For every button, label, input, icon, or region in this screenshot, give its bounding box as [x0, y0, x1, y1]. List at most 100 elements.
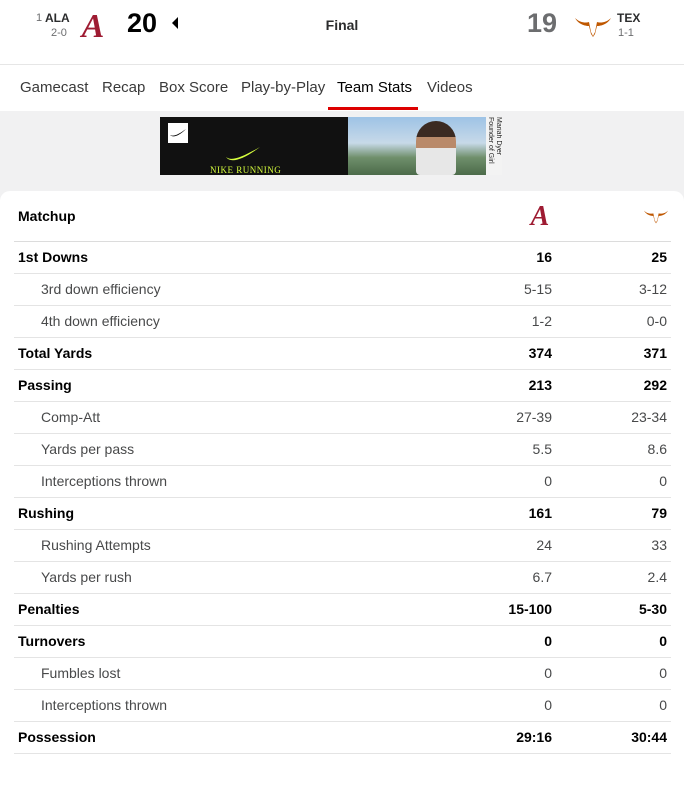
stat-value-texas: 30:44	[631, 729, 667, 745]
stat-row: Passing 213 292	[14, 370, 671, 402]
home-team-record: 1-1	[618, 27, 634, 39]
stat-label: 1st Downs	[18, 249, 89, 265]
stat-value-alabama: 15-100	[508, 601, 552, 617]
stat-value-texas: 25	[651, 249, 667, 265]
stat-value-alabama: 24	[536, 537, 552, 553]
stat-row: 1st Downs 16 25	[14, 242, 671, 274]
stat-value-texas: 2.4	[647, 569, 667, 585]
home-team-abbr[interactable]: TEX	[617, 11, 640, 25]
stat-label: Interceptions thrown	[41, 473, 168, 489]
stat-value-texas: 0	[659, 633, 667, 649]
game-header: 1 ALA 2-0 A 20 Final 19 TEX 1-1	[0, 0, 684, 64]
stat-value-alabama: 0	[544, 633, 552, 649]
away-score: 20	[127, 8, 158, 38]
stat-label: 3rd down efficiency	[41, 281, 161, 297]
svg-text:A: A	[80, 8, 105, 42]
nike-swoosh-large-icon	[226, 147, 260, 161]
tab-box-score[interactable]: Box Score	[159, 79, 228, 96]
stat-row: Rushing 161 79	[14, 498, 671, 530]
ad-runner-photo	[416, 121, 456, 175]
nike-swoosh-icon	[168, 123, 188, 143]
ad-tagline: NIKE RUNNING	[210, 165, 282, 175]
stat-value-alabama: 27-39	[516, 409, 552, 425]
stat-value-texas: 0	[659, 665, 667, 681]
stat-label: Interceptions thrown	[41, 697, 168, 713]
svg-text:A: A	[529, 202, 550, 230]
stat-value-texas: 33	[651, 537, 667, 553]
home-score: 19	[527, 8, 558, 38]
stat-value-texas: 23-34	[631, 409, 667, 425]
winner-caret-icon	[172, 17, 178, 29]
stat-label: Penalties	[18, 601, 80, 617]
stat-row: Total Yards 374 371	[14, 338, 671, 370]
stat-value-texas: 3-12	[638, 281, 667, 297]
matchup-heading: Matchup	[18, 208, 76, 224]
game-status: Final	[325, 17, 359, 33]
stat-row: Penalties 15-100 5-30	[14, 594, 671, 626]
stat-value-alabama: 0	[544, 665, 552, 681]
ad-photo-panel: Mariah Dyer Founder of Girl Gone	[348, 117, 502, 175]
stat-label: Rushing Attempts	[41, 537, 151, 553]
stat-value-alabama: 374	[528, 345, 552, 361]
stat-row: 3rd down efficiency 5-15 3-12	[14, 274, 671, 306]
stat-row: Yards per pass 5.5 8.6	[14, 434, 671, 466]
stat-label: Turnovers	[18, 633, 86, 649]
tab-gamecast[interactable]: Gamecast	[20, 79, 88, 96]
stat-label: Total Yards	[18, 345, 93, 361]
stat-row: Yards per rush 6.7 2.4	[14, 562, 671, 594]
tab-team-stats[interactable]: Team Stats	[337, 79, 412, 96]
stat-value-alabama: 16	[536, 249, 552, 265]
stat-label: Fumbles lost	[41, 665, 121, 681]
stat-value-alabama: 5-15	[523, 281, 552, 297]
away-team-abbr[interactable]: ALA	[45, 11, 70, 25]
stat-label: Comp-Att	[41, 409, 101, 425]
stat-row: Comp-Att 27-39 23-34	[14, 402, 671, 434]
alabama-column-logo-icon: A	[529, 202, 550, 230]
stat-value-texas: 0	[659, 473, 667, 489]
stat-row: Turnovers 0 0	[14, 626, 671, 658]
stat-label: Rushing	[18, 505, 74, 521]
stat-label: Possession	[18, 729, 96, 745]
stat-value-texas: 8.6	[647, 441, 667, 457]
stat-value-texas: 0-0	[646, 313, 667, 329]
active-tab-indicator	[328, 107, 418, 110]
stat-value-texas: 0	[659, 697, 667, 713]
stat-row: Fumbles lost 0 0	[14, 658, 671, 690]
stat-row: Interceptions thrown 0 0	[14, 690, 671, 722]
stat-value-texas: 292	[643, 377, 667, 393]
stat-label: Passing	[18, 377, 72, 393]
stat-row: Rushing Attempts 24 33	[14, 530, 671, 562]
stat-row: Interceptions thrown 0 0	[14, 466, 671, 498]
away-team-record: 2-0	[51, 27, 67, 39]
stat-value-texas: 79	[651, 505, 667, 521]
stat-label: Yards per pass	[41, 441, 135, 457]
stat-value-alabama: 213	[528, 377, 552, 393]
stat-value-alabama: 29:16	[516, 729, 552, 745]
stat-value-alabama: 5.5	[532, 441, 552, 457]
ad-side-text: Mariah Dyer Founder of Girl Gone	[486, 117, 502, 175]
stat-row: 4th down efficiency 1-2 0-0	[14, 306, 671, 338]
stat-value-alabama: 6.7	[532, 569, 552, 585]
team-stats-table: Matchup A 1st Downs 16 25 3rd down efficien…	[14, 191, 671, 754]
texas-column-logo-icon	[644, 210, 668, 224]
ad-nike-panel: NIKE RUNNING	[160, 117, 348, 175]
stat-value-alabama: 161	[528, 505, 552, 521]
tab-play-by-play[interactable]: Play-by-Play	[241, 79, 325, 96]
stat-value-alabama: 1-2	[531, 313, 552, 329]
stat-label: Yards per rush	[41, 569, 132, 585]
stat-label: 4th down efficiency	[41, 313, 160, 329]
away-rank: 1	[36, 12, 43, 24]
team-stats-card: Matchup A 1st Downs 16 25 3rd down efficien…	[0, 191, 684, 791]
stat-value-alabama: 0	[544, 697, 552, 713]
tab-recap[interactable]: Recap	[102, 79, 145, 96]
stat-value-texas: 371	[643, 345, 667, 361]
advertisement-banner[interactable]: NIKE RUNNING Mariah Dyer Founder of Girl…	[160, 117, 502, 175]
alabama-logo-icon[interactable]: A	[76, 8, 110, 42]
stat-row: Possession 29:16 30:44	[14, 722, 671, 754]
stat-value-alabama: 0	[544, 473, 552, 489]
game-tabs: Gamecast Recap Box Score Play-by-Play Te…	[0, 64, 684, 111]
table-header-row: Matchup A	[14, 191, 671, 242]
stat-value-texas: 5-30	[638, 601, 667, 617]
tab-videos[interactable]: Videos	[427, 79, 473, 96]
longhorn-logo-icon[interactable]	[574, 14, 612, 38]
